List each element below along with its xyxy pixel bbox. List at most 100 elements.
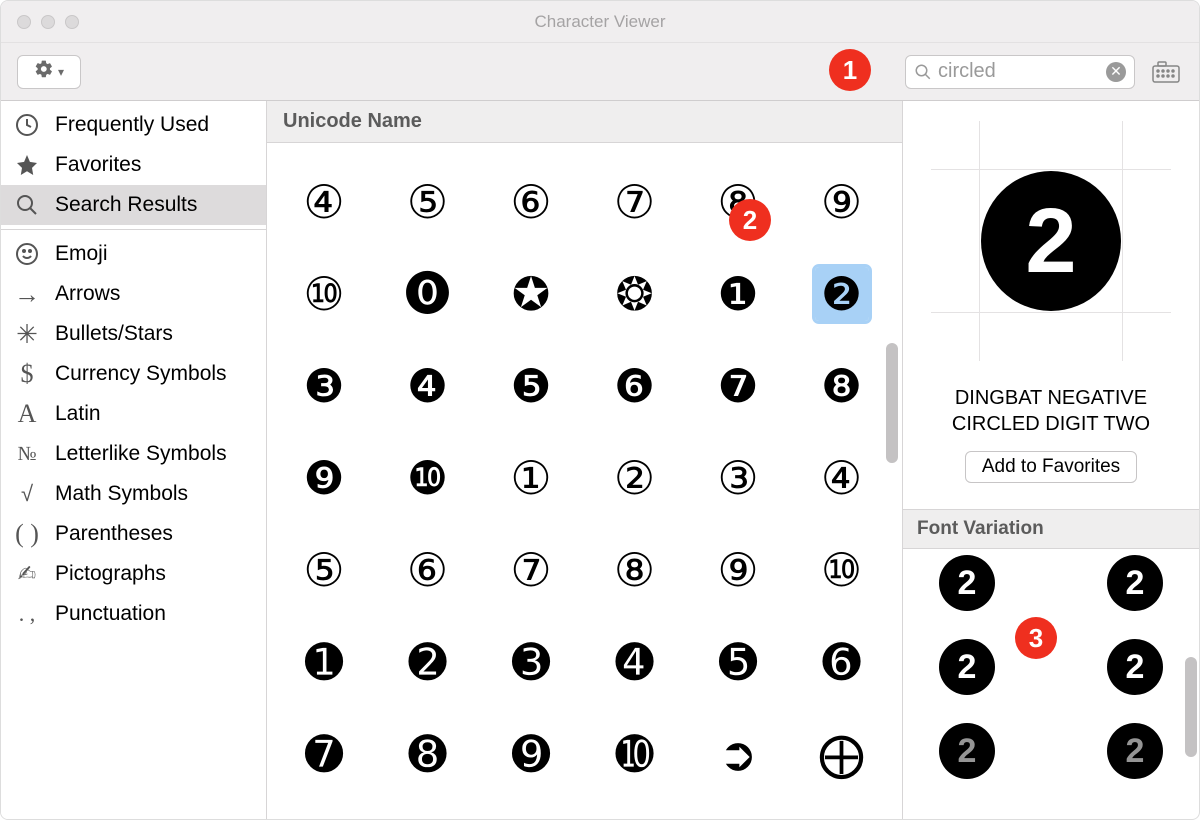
add-to-favorites-button[interactable]: Add to Favorites — [965, 451, 1137, 483]
glyph-cell[interactable]: ➑ — [401, 727, 455, 781]
sidebar-label: Arrows — [55, 282, 120, 306]
punctuation-icon: . , — [13, 600, 41, 628]
glyph-cell[interactable]: ❻ — [608, 359, 662, 413]
detail-panel: 2 DINGBAT NEGATIVE CIRCLED DIGIT TWO Add… — [903, 101, 1199, 819]
glyph-cell[interactable]: ⑤ — [297, 543, 351, 597]
sidebar-item-parentheses[interactable]: ( ) Parentheses — [1, 514, 266, 554]
glyph-cell[interactable]: ❸ — [297, 359, 351, 413]
font-variation-list[interactable]: 222222 3 — [903, 549, 1199, 819]
glyph-cell[interactable]: ⑥ — [504, 175, 558, 229]
toolbar: ▾ 1 ✕ — [1, 43, 1199, 101]
font-variation-header: Font Variation — [903, 509, 1199, 549]
sidebar-label: Currency Symbols — [55, 362, 227, 386]
glyph-cell[interactable]: ➒ — [504, 727, 558, 781]
glyph-cell[interactable]: ⑦ — [504, 543, 558, 597]
sidebar-label: Parentheses — [55, 522, 173, 546]
sidebar-item-bullets-stars[interactable]: ✳︎ Bullets/Stars — [1, 314, 266, 354]
glyph-cell[interactable]: ③ — [711, 451, 765, 505]
glyph-cell[interactable]: ④ — [815, 451, 869, 505]
glyph-cell[interactable]: ➊ — [297, 635, 351, 689]
sidebar-item-favorites[interactable]: Favorites — [1, 145, 266, 185]
sidebar: Frequently Used Favorites Search Results… — [1, 101, 267, 819]
glyph-cell[interactable]: ⑧ — [608, 543, 662, 597]
sidebar-label: Frequently Used — [55, 113, 209, 137]
glyph-cell[interactable]: ❼ — [711, 359, 765, 413]
glyph-cell[interactable]: ⑤ — [401, 175, 455, 229]
glyph-cell[interactable]: ① — [504, 451, 558, 505]
settings-menu-button[interactable]: ▾ — [17, 55, 81, 89]
glyph-cell[interactable]: ❾ — [297, 451, 351, 505]
glyph-cell[interactable]: ➍ — [608, 635, 662, 689]
sidebar-item-currency[interactable]: $ Currency Symbols — [1, 354, 266, 394]
glyph-cell[interactable]: ➏ — [815, 635, 869, 689]
clear-search-button[interactable]: ✕ — [1106, 62, 1126, 82]
parentheses-icon: ( ) — [13, 520, 41, 548]
window-title: Character Viewer — [1, 12, 1199, 32]
close-window-button[interactable] — [17, 15, 31, 29]
sidebar-item-emoji[interactable]: Emoji — [1, 234, 266, 274]
font-variation-item[interactable]: 2 — [939, 639, 995, 695]
glyph-cell[interactable]: ❹ — [401, 359, 455, 413]
glyph-cell[interactable]: ④ — [297, 175, 351, 229]
sidebar-label: Favorites — [55, 153, 141, 177]
font-variation-item[interactable]: 2 — [939, 555, 995, 611]
sidebar-item-punctuation[interactable]: . , Punctuation — [1, 594, 266, 634]
glyph-cell[interactable]: ⑩ — [815, 543, 869, 597]
sidebar-item-latin[interactable]: A Latin — [1, 394, 266, 434]
glyph-cell[interactable]: ② — [608, 451, 662, 505]
font-variation-item[interactable]: 2 — [1107, 639, 1163, 695]
sidebar-item-pictographs[interactable]: ✍︎ Pictographs — [1, 554, 266, 594]
glyph-cell[interactable]: ⨁ — [815, 727, 869, 781]
glyph-cell[interactable]: ➓ — [608, 727, 662, 781]
glyph-cell[interactable]: ⑥ — [401, 543, 455, 597]
glyph-cell[interactable]: ✪ — [504, 267, 558, 321]
titlebar: Character Viewer — [1, 1, 1199, 43]
character-grid: ④⑤⑥⑦⑧⑨⑩⓿✪❂❶❷❸❹❺❻❼❽❾❿①②③④⑤⑥⑦⑧⑨⑩➊➋➌➍➎➏➐➑➒➓… — [267, 143, 902, 801]
glyph-cell[interactable]: ❂ — [608, 267, 662, 321]
sqrt-icon: √ — [13, 480, 41, 508]
font-variation-item[interactable]: 2 — [1107, 555, 1163, 611]
glyph-cell[interactable]: ➋ — [401, 635, 455, 689]
preview-glyph[interactable]: 2 — [981, 171, 1121, 311]
font-variation-item[interactable]: 2 — [1107, 723, 1163, 779]
dollar-icon: $ — [13, 360, 41, 388]
sidebar-item-arrows[interactable]: → Arrows — [1, 274, 266, 314]
glyph-cell[interactable]: ⑨ — [711, 543, 765, 597]
glyph-cell[interactable]: ❷ — [815, 267, 869, 321]
clock-icon — [13, 111, 41, 139]
glyph-cell[interactable]: ⓿ — [401, 267, 455, 321]
window-controls — [17, 15, 79, 29]
character-preview: 2 — [903, 101, 1199, 371]
glyph-cell[interactable]: ⑨ — [815, 175, 869, 229]
sidebar-label: Punctuation — [55, 602, 166, 626]
keyboard-viewer-button[interactable] — [1149, 57, 1183, 87]
glyph-cell[interactable]: ⑦ — [608, 175, 662, 229]
glyph-cell[interactable]: ❶ — [711, 267, 765, 321]
glyph-cell[interactable]: ❿ — [401, 451, 455, 505]
glyph-cell[interactable]: ➎ — [711, 635, 765, 689]
glyph-cell[interactable]: ❺ — [504, 359, 558, 413]
sidebar-item-search-results[interactable]: Search Results — [1, 185, 266, 225]
glyph-cell[interactable]: ➲ — [711, 727, 765, 781]
sidebar-item-frequently-used[interactable]: Frequently Used — [1, 105, 266, 145]
font-variation-item[interactable]: 2 — [939, 723, 995, 779]
zoom-window-button[interactable] — [65, 15, 79, 29]
glyph-cell[interactable]: ⑧ — [711, 175, 765, 229]
search-input[interactable] — [938, 60, 1106, 83]
sidebar-label: Pictographs — [55, 562, 166, 586]
sidebar-item-math[interactable]: √ Math Symbols — [1, 474, 266, 514]
search-field[interactable]: ✕ — [905, 55, 1135, 89]
glyph-cell[interactable]: ➌ — [504, 635, 558, 689]
character-grid-panel: Unicode Name ④⑤⑥⑦⑧⑨⑩⓿✪❂❶❷❸❹❺❻❼❽❾❿①②③④⑤⑥⑦… — [267, 101, 903, 819]
sidebar-label: Search Results — [55, 193, 197, 217]
grid-scroll-area[interactable]: ④⑤⑥⑦⑧⑨⑩⓿✪❂❶❷❸❹❺❻❼❽❾❿①②③④⑤⑥⑦⑧⑨⑩➊➋➌➍➎➏➐➑➒➓… — [267, 143, 902, 819]
detail-scrollbar-thumb[interactable] — [1185, 657, 1197, 757]
grid-scrollbar-thumb[interactable] — [886, 343, 898, 463]
character-name: DINGBAT NEGATIVE CIRCLED DIGIT TWO — [903, 371, 1199, 451]
glyph-cell[interactable]: ❽ — [815, 359, 869, 413]
glyph-cell[interactable]: ⑩ — [297, 267, 351, 321]
sidebar-item-letterlike[interactable]: № Letterlike Symbols — [1, 434, 266, 474]
glyph-cell[interactable]: ➐ — [297, 727, 351, 781]
body: Frequently Used Favorites Search Results… — [1, 101, 1199, 819]
minimize-window-button[interactable] — [41, 15, 55, 29]
